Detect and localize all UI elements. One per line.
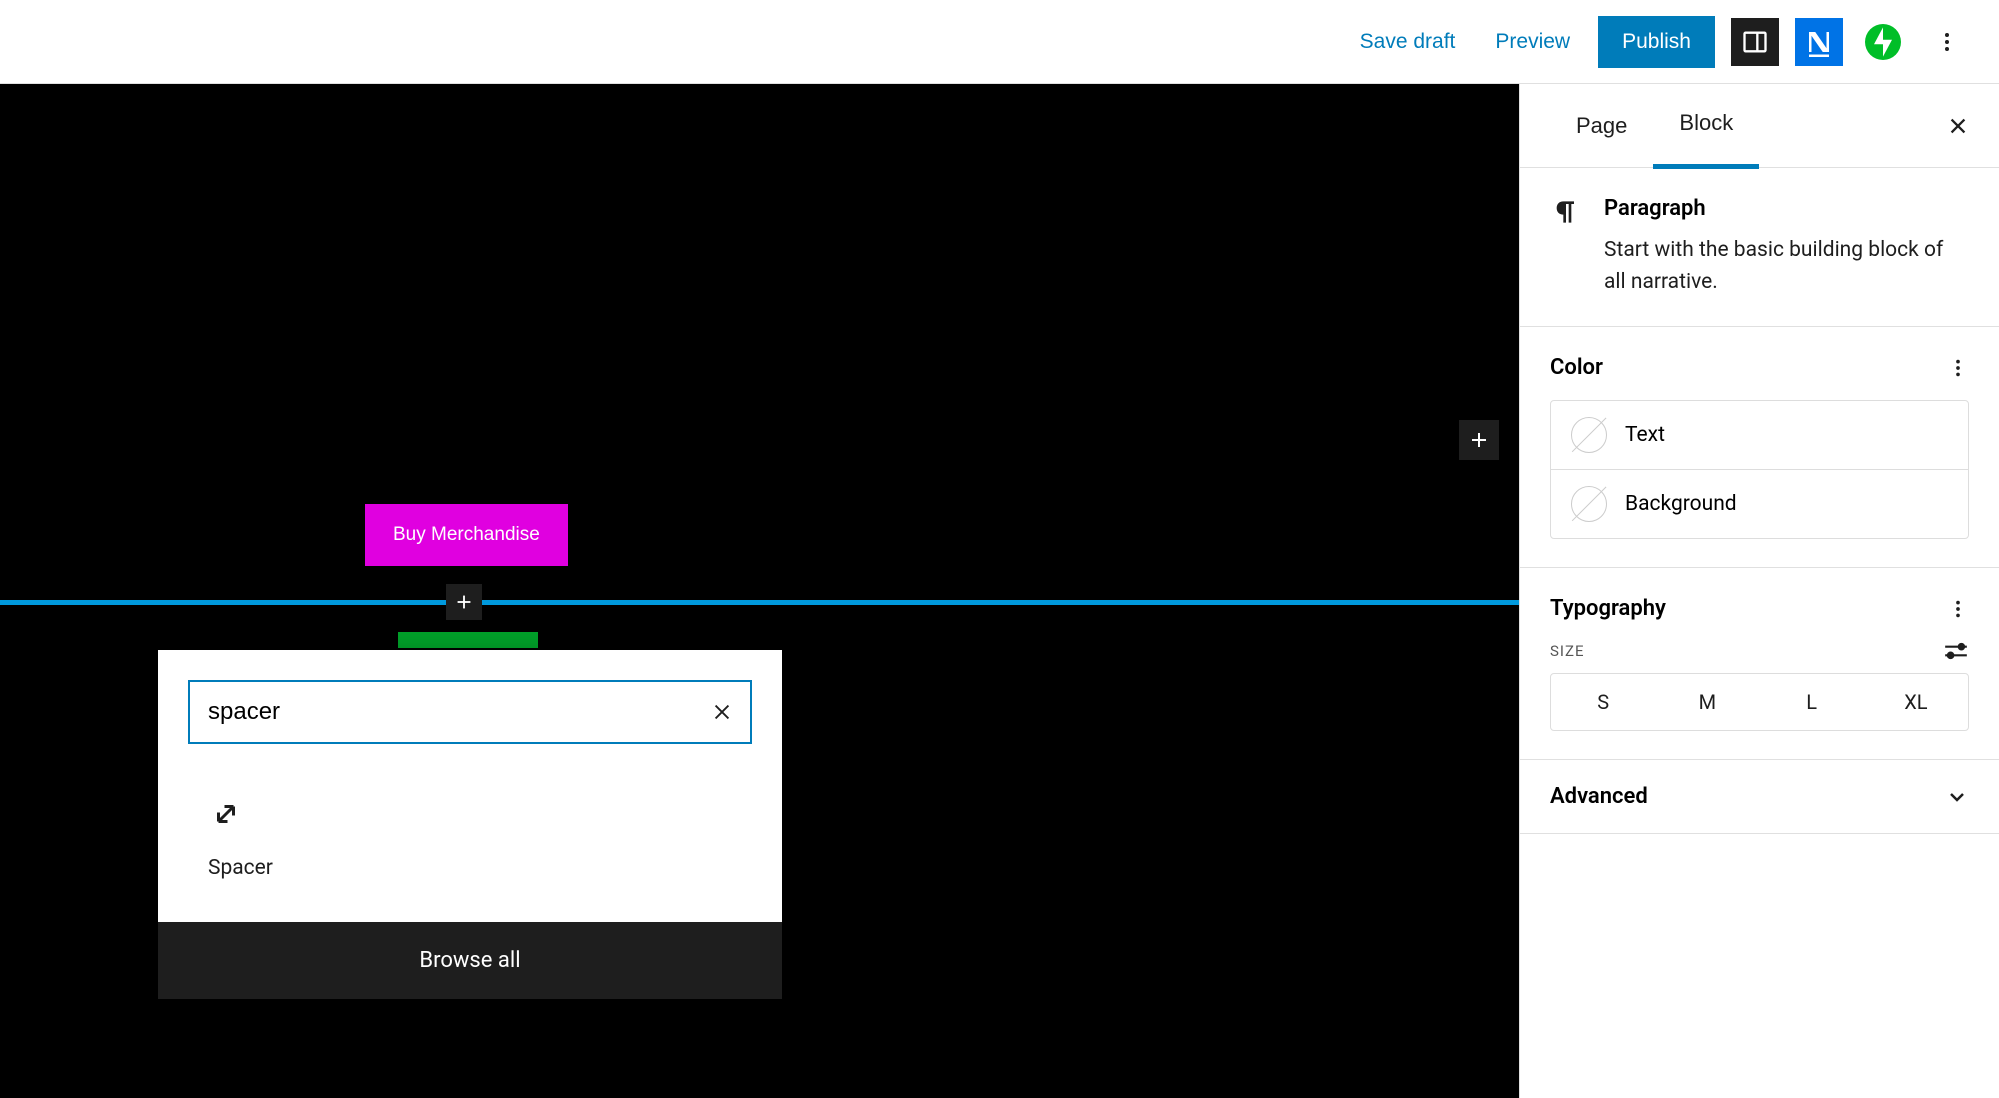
more-vertical-icon <box>1935 30 1959 54</box>
clear-search-button[interactable] <box>694 684 750 740</box>
color-swatch-none <box>1571 417 1607 453</box>
size-label: SIZE <box>1550 642 1585 660</box>
size-option-s[interactable]: S <box>1551 674 1655 730</box>
preview-button[interactable]: Preview <box>1483 22 1582 62</box>
color-swatch-none <box>1571 486 1607 522</box>
editor-canvas[interactable]: Buy Merchandise <box>0 84 1519 1098</box>
advanced-title: Advanced <box>1550 784 1648 809</box>
n-logo-button[interactable] <box>1795 18 1843 66</box>
add-block-button[interactable] <box>1459 420 1499 460</box>
sliders-icon <box>1943 641 1969 661</box>
top-toolbar: Save draft Preview Publish <box>0 0 1999 84</box>
typography-panel-title: Typography <box>1550 596 1666 621</box>
jetpack-button[interactable] <box>1859 18 1907 66</box>
plus-icon <box>453 591 475 613</box>
size-option-xl[interactable]: XL <box>1864 674 1968 730</box>
color-text-row[interactable]: Text <box>1551 401 1968 469</box>
color-background-row[interactable]: Background <box>1551 469 1968 538</box>
color-panel: Color Text Background <box>1520 327 1999 568</box>
tab-page[interactable]: Page <box>1550 85 1653 167</box>
advanced-panel-toggle[interactable]: Advanced <box>1520 760 1999 834</box>
tab-block[interactable]: Block <box>1653 82 1759 169</box>
spacer-icon <box>208 796 244 832</box>
close-icon <box>711 701 733 723</box>
block-insertion-indicator <box>0 600 1519 605</box>
block-result-label: Spacer <box>208 856 732 880</box>
color-panel-title: Color <box>1550 355 1603 380</box>
sidebar-tabs: Page Block <box>1520 84 1999 168</box>
block-description: Start with the basic building block of a… <box>1604 235 1969 298</box>
chevron-down-icon <box>1945 785 1969 809</box>
settings-sidebar-toggle[interactable] <box>1731 18 1779 66</box>
typography-panel: Typography SIZE S M L XL <box>1520 568 1999 760</box>
size-options: S M L XL <box>1550 673 1969 731</box>
block-search-input[interactable] <box>190 682 694 742</box>
buy-merchandise-button[interactable]: Buy Merchandise <box>365 504 568 566</box>
block-title: Paragraph <box>1604 196 1969 221</box>
partial-block <box>398 632 538 648</box>
block-result-spacer[interactable]: Spacer <box>188 784 752 892</box>
size-option-m[interactable]: M <box>1655 674 1759 730</box>
insert-block-inline-button[interactable] <box>446 584 482 620</box>
settings-sidebar: Page Block Paragraph Start with the basi… <box>1519 84 1999 1098</box>
n-icon <box>1804 27 1834 57</box>
color-background-label: Background <box>1625 492 1737 516</box>
sidebar-icon <box>1741 28 1769 56</box>
more-vertical-icon <box>1947 357 1969 379</box>
close-icon <box>1947 115 1969 137</box>
color-text-label: Text <box>1625 423 1665 447</box>
publish-button[interactable]: Publish <box>1598 16 1715 68</box>
block-inserter-popover: Spacer Browse all <box>158 650 782 999</box>
block-info-panel: Paragraph Start with the basic building … <box>1520 168 1999 327</box>
close-sidebar-button[interactable] <box>1947 115 1969 137</box>
save-draft-button[interactable]: Save draft <box>1348 22 1468 62</box>
size-settings-button[interactable] <box>1943 641 1969 661</box>
size-option-l[interactable]: L <box>1760 674 1864 730</box>
plus-icon <box>1467 428 1491 452</box>
jetpack-icon <box>1865 24 1901 60</box>
typography-panel-options[interactable] <box>1947 598 1969 620</box>
more-vertical-icon <box>1947 598 1969 620</box>
more-options-button[interactable] <box>1923 18 1971 66</box>
block-search-wrap <box>188 680 752 744</box>
browse-all-button[interactable]: Browse all <box>158 922 782 999</box>
paragraph-icon <box>1550 196 1582 298</box>
color-panel-options[interactable] <box>1947 357 1969 379</box>
